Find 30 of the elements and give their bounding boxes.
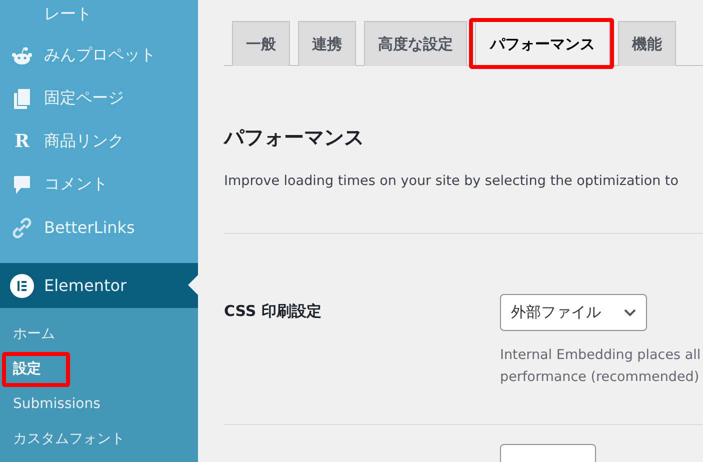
link-icon (12, 216, 32, 238)
sidebar-menu-item[interactable]: BetterLinks (0, 206, 198, 249)
setting-label: CSS 印刷設定 (224, 301, 322, 322)
settings-tab[interactable]: 一般 (232, 21, 290, 66)
sidebar-menu-item[interactable]: Elementor (0, 263, 198, 308)
submenu-item[interactable]: カスタムフォント (13, 430, 125, 448)
help-text: Internal Embedding places all (500, 346, 701, 365)
submenu-item[interactable]: Submissions (13, 396, 100, 412)
section-title: パフォーマンス (224, 124, 365, 151)
sidebar-menu-item[interactable]: コメント (0, 163, 198, 206)
robot-head-icon (11, 46, 33, 64)
section-description: Improve loading times on your site by selecting the optimization to (224, 173, 680, 189)
submenu-item[interactable]: 設定 (13, 360, 41, 378)
pages-icon (13, 88, 31, 108)
sidebar-menu-item[interactable]: みんプロペット (0, 34, 198, 77)
comment-icon (13, 174, 31, 194)
chevron-down-icon (624, 308, 636, 316)
settings-tab[interactable]: パフォーマンス (475, 21, 610, 66)
help-text: performance (recommended) (500, 368, 700, 387)
current-pointer-icon (188, 275, 198, 295)
settings-tab[interactable]: 高度な設定 (364, 21, 467, 66)
submenu-item[interactable]: ホーム (13, 324, 55, 342)
elementor-logo-icon (10, 274, 34, 298)
settings-tab[interactable]: 機能 (618, 21, 676, 66)
sidebar-menu-item[interactable]: R 商品リンク (0, 120, 198, 163)
letter-r-icon: R (14, 131, 30, 152)
select-field[interactable]: 外部ファイル (500, 294, 647, 331)
sidebar-menu-item[interactable]: レート (0, 0, 198, 34)
settings-tab[interactable]: 連携 (298, 21, 356, 66)
sidebar-menu-item[interactable]: 固定ページ (0, 77, 198, 120)
